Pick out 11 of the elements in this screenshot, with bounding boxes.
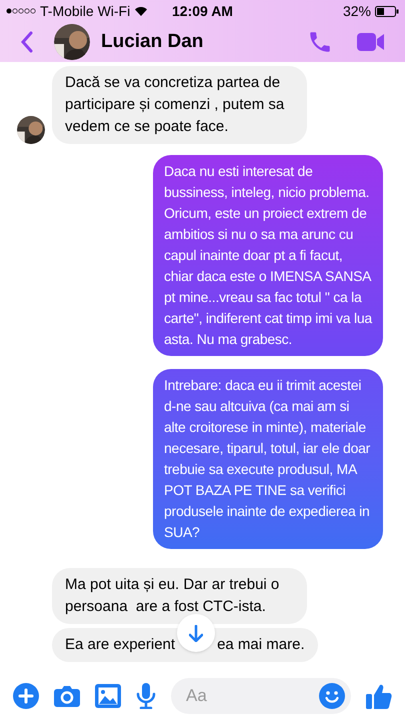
sent-message: Intrebare: daca eu ii trimit acestei d-ne sau altcuiva (ca mai am si alte croitorese in minte), materiale necesare, tiparul, totul, iar ele doar trebuie sa execute produsul, MA POT BAZA PE TINE sa verifici produsele inainte de expedierea in SUA? [153, 369, 383, 549]
message-input[interactable]: Aa [171, 678, 351, 714]
clock: 12:09 AM [171, 2, 234, 20]
message-text: ea mai mare. [217, 635, 305, 655]
battery-percent: 32% [342, 2, 371, 20]
message-text: Ea are experient [65, 635, 176, 655]
received-message: Dacă se va concretiza partea de participare și comenzi , putem sa vedem ce se poate face. [52, 66, 307, 144]
contact-name[interactable]: Lucian Dan [101, 28, 307, 56]
received-message: Ma pot uita și eu. Dar ar trebui o persoana are a fost CTC-ista. [52, 568, 307, 624]
sent-message: Daca nu esti interesat de bussiness, inteleg, nicio problema. Oricum, este un proiect extrem de ambitios si nu o sa ma arunc cu capul inainte doar pt a fi facut, chiar daca este o IMENSA SANSA pt mine...vreau sa fac totul " ca la carte", indiferent cat timp imi va lua asta. Nu ma grabesc. [153, 155, 383, 356]
carrier-name: T-Mobile Wi-Fi [40, 2, 130, 20]
